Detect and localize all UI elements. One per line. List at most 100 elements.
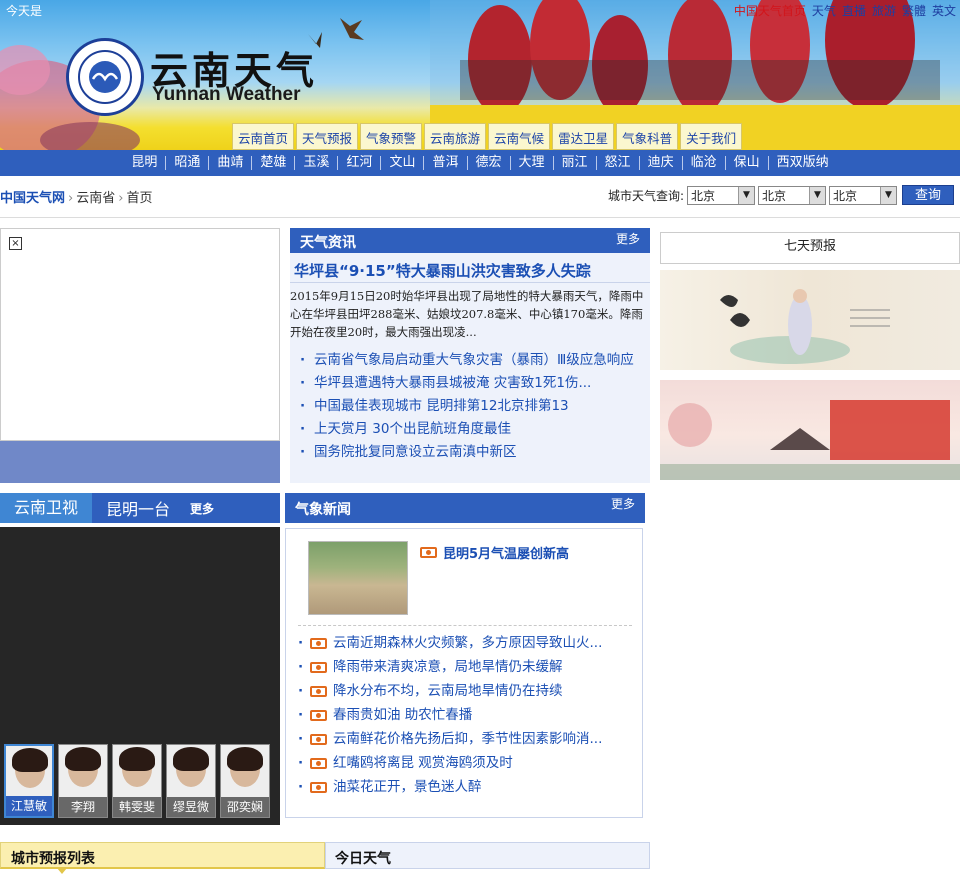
- city-link[interactable]: 玉溪: [295, 156, 339, 170]
- anchor-card[interactable]: 韩雯斐: [112, 744, 162, 818]
- breadcrumb-current: 首页: [126, 191, 153, 206]
- city-link[interactable]: 曲靖: [209, 156, 253, 170]
- anchor-card[interactable]: 江慧敏: [4, 744, 54, 818]
- city-link[interactable]: 文山: [381, 156, 425, 170]
- county-select-value: 北京: [833, 188, 858, 203]
- met-news-thumbnail[interactable]: [308, 541, 408, 615]
- news-item[interactable]: 上天赏月 30个出昆航班角度最佳: [300, 418, 650, 441]
- today-label: 今天是: [6, 4, 43, 18]
- top-link-travel[interactable]: 旅游: [872, 2, 896, 19]
- met-news-item[interactable]: · 春雨贵如油 助农忙春播: [298, 703, 602, 727]
- anchor-name: 韩雯斐: [113, 797, 161, 817]
- chevron-right-icon: ›: [118, 191, 124, 206]
- weather-news-panel: 天气资讯 更多 华坪县“9·15”特大暴雨山洪灾害致多人失踪 2015年9月15…: [290, 228, 650, 483]
- top-link-cma-home[interactable]: 中国天气首页: [734, 2, 806, 19]
- video-camera-icon: [310, 661, 327, 673]
- nav-tab-climate[interactable]: 云南气候: [488, 123, 551, 150]
- anchor-card[interactable]: 缪昱微: [166, 744, 216, 818]
- city-link[interactable]: 红河: [338, 156, 382, 170]
- met-news-title: 气象新闻: [295, 502, 351, 518]
- city-link[interactable]: 大理: [511, 156, 554, 170]
- met-news-item[interactable]: · 云南近期森林火灾频繁，多方原因导致山火...: [298, 631, 602, 655]
- nav-tab-forecast[interactable]: 天气预报: [296, 123, 359, 150]
- divider: [0, 217, 960, 218]
- nav-tab-warning[interactable]: 气象预警: [360, 123, 423, 150]
- chevron-right-icon: ›: [68, 191, 74, 206]
- nav-tab-about[interactable]: 关于我们: [680, 123, 743, 150]
- city-link[interactable]: 丽江: [554, 156, 597, 170]
- weather-news-headline[interactable]: 华坪县“9·15”特大暴雨山洪灾害致多人失踪: [290, 253, 650, 283]
- anchor-name: 邵奕娴: [221, 797, 269, 817]
- met-news-item[interactable]: · 油菜花正开，景色迷人醉: [298, 775, 602, 799]
- anchor-name: 缪昱微: [167, 797, 215, 817]
- bullet-icon: ·: [298, 779, 304, 795]
- tab-yunnan-tv[interactable]: 云南卫视: [0, 493, 93, 523]
- labor-day-banner[interactable]: [660, 380, 960, 480]
- city-link[interactable]: 昆明: [123, 156, 167, 170]
- broken-image-icon: ×: [9, 237, 22, 250]
- top-link-english[interactable]: 英文: [932, 2, 956, 19]
- active-tab-indicator: [57, 868, 67, 874]
- dragon-boat-festival-banner[interactable]: [660, 270, 960, 370]
- weather-news-title: 天气资讯: [300, 235, 356, 251]
- news-item[interactable]: 中国最佳表现城市 昆明排第12北京排第13: [300, 395, 650, 418]
- tv-more-link[interactable]: 更多: [184, 500, 214, 517]
- city-link[interactable]: 迪庆: [640, 156, 683, 170]
- top-link-weather[interactable]: 天气: [812, 2, 836, 19]
- met-news-more-link[interactable]: 更多: [611, 495, 635, 512]
- tab-city-forecast-list[interactable]: 城市预报列表: [0, 842, 325, 874]
- city-link[interactable]: 普洱: [424, 156, 468, 170]
- anchor-card[interactable]: 李翔: [58, 744, 108, 818]
- chevron-down-icon: ▼: [738, 186, 754, 204]
- met-news-item[interactable]: · 云南鲜花价格先扬后抑，季节性因素影响消...: [298, 727, 602, 751]
- seven-day-forecast-box[interactable]: 七天预报: [660, 232, 960, 264]
- tab-today-weather[interactable]: 今日天气: [325, 842, 650, 869]
- bullet-icon: ·: [298, 707, 304, 723]
- bullet-icon: ·: [298, 683, 304, 699]
- city-link[interactable]: 西双版纳: [769, 156, 837, 170]
- met-news-item[interactable]: · 降雨带来清爽凉意，局地旱情仍未缓解: [298, 655, 602, 679]
- ad-caption-bar: [0, 441, 280, 483]
- met-news-item[interactable]: · 红嘴鸥将离昆 观赏海鸥须及时: [298, 751, 602, 775]
- breadcrumb-home[interactable]: 中国天气网: [0, 191, 65, 206]
- bullet-icon: ·: [298, 635, 304, 651]
- chevron-down-icon: ▼: [880, 186, 896, 204]
- news-item[interactable]: 国务院批复同意设立云南滇中新区: [300, 441, 650, 464]
- anchor-card[interactable]: 邵奕娴: [220, 744, 270, 818]
- city-link[interactable]: 怒江: [597, 156, 640, 170]
- nav-tab-home[interactable]: 云南首页: [232, 123, 295, 150]
- city-link[interactable]: 德宏: [468, 156, 511, 170]
- site-logo-subtitle: Yunnan Weather: [152, 84, 301, 105]
- city-link[interactable]: 保山: [726, 156, 769, 170]
- met-news-feature[interactable]: 昆明5月气温屡创新高: [420, 543, 569, 562]
- met-news-item-title: 春雨贵如油 助农忙春播: [333, 707, 473, 723]
- met-news-feature-title: 昆明5月气温屡创新高: [443, 547, 570, 562]
- met-news-list: · 云南近期森林火灾频繁，多方原因导致山火... · 降雨带来清爽凉意，局地旱情仍未…: [298, 631, 602, 799]
- met-news-item[interactable]: · 降水分布不均，云南局地旱情仍在持续: [298, 679, 602, 703]
- city-link[interactable]: 楚雄: [252, 156, 296, 170]
- city-select[interactable]: 北京 ▼: [758, 185, 826, 205]
- news-item[interactable]: 云南省气象局启动重大气象灾害（暴雨）Ⅲ级应急响应: [300, 349, 650, 372]
- anchor-avatar-hair: [173, 747, 209, 771]
- video-camera-icon: [310, 685, 327, 697]
- weather-news-list: 云南省气象局启动重大气象灾害（暴雨）Ⅲ级应急响应 华坪县遭遇特大暴雨县城被淹 灾…: [290, 341, 650, 464]
- ad-image-placeholder[interactable]: ×: [0, 228, 280, 441]
- met-news-item-title: 云南近期森林火灾频繁，多方原因导致山火...: [333, 635, 603, 651]
- county-select[interactable]: 北京 ▼: [829, 185, 897, 205]
- top-link-traditional[interactable]: 繁體: [902, 2, 926, 19]
- breadcrumb-province[interactable]: 云南省: [76, 191, 115, 206]
- news-item[interactable]: 华坪县遭遇特大暴雨县城被淹 灾害致1死1伤...: [300, 372, 650, 395]
- province-select[interactable]: 北京 ▼: [687, 185, 755, 205]
- tab-kunming-tv[interactable]: 昆明一台: [92, 496, 184, 520]
- nav-tab-radar[interactable]: 雷达卫星: [552, 123, 615, 150]
- weather-news-more-link[interactable]: 更多: [616, 230, 640, 247]
- top-link-live[interactable]: 直播: [842, 2, 866, 19]
- city-link[interactable]: 临沧: [683, 156, 726, 170]
- met-news-panel: 昆明5月气温屡创新高 · 云南近期森林火灾频繁，多方原因导致山火... · 降雨带来…: [285, 528, 643, 818]
- query-label: 城市天气查询:: [607, 188, 684, 203]
- nav-tab-science[interactable]: 气象科普: [616, 123, 679, 150]
- nav-tab-travel[interactable]: 云南旅游: [424, 123, 487, 150]
- city-link[interactable]: 昭通: [166, 156, 210, 170]
- query-button[interactable]: 查询: [902, 185, 954, 205]
- anchor-list: 江慧敏 李翔 韩雯斐 缪昱微 邵奕娴: [4, 744, 270, 818]
